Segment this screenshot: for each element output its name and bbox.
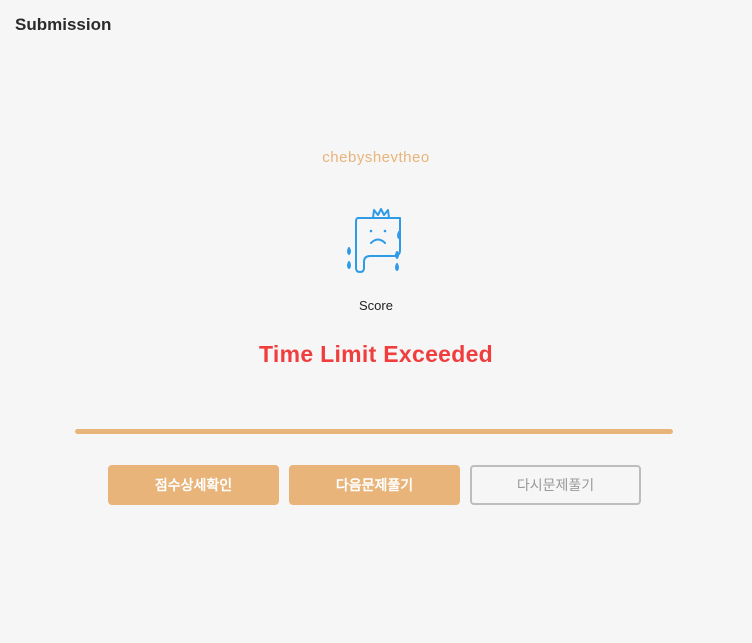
- score-label: Score: [359, 298, 393, 313]
- next-problem-button[interactable]: 다음문제풀기: [289, 465, 460, 505]
- page-title: Submission: [15, 15, 112, 34]
- sad-crying-mascot-icon: [344, 204, 404, 276]
- score-progress-fill: [75, 429, 673, 434]
- score-detail-button[interactable]: 점수상세확인: [108, 465, 279, 505]
- score-progress-bar: [75, 429, 673, 434]
- username: chebyshevtheo: [322, 149, 430, 166]
- submission-page: Submission chebyshevtheo Score Time Limi…: [0, 0, 752, 643]
- retry-problem-button[interactable]: 다시문제풀기: [470, 465, 641, 505]
- result-status: Time Limit Exceeded: [258, 341, 494, 367]
